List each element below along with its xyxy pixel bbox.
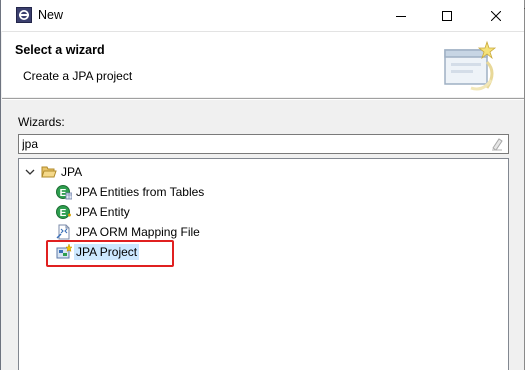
svg-text:E: E: [60, 208, 67, 219]
window-title: New: [38, 8, 64, 22]
title-bar[interactable]: New: [1, 0, 524, 31]
orm-file-icon: [56, 224, 70, 240]
chevron-down-icon[interactable]: [25, 167, 35, 177]
close-button[interactable]: [473, 0, 519, 31]
close-icon: [491, 10, 501, 21]
new-wizard-dialog: New Select a wizard Create a JPA project…: [0, 0, 525, 370]
wizards-label: Wizards:: [18, 115, 65, 129]
page-description: Create a JPA project: [23, 69, 133, 83]
tree-item-jpa-orm-mapping-file[interactable]: JPA ORM Mapping File: [56, 222, 200, 242]
clear-filter-icon[interactable]: [490, 137, 504, 151]
jpa-entity-icon: E: [56, 205, 71, 219]
tree-category-label: JPA: [61, 165, 83, 179]
jpa-entity-gen-icon: E: [56, 185, 72, 200]
wizard-filter-input[interactable]: [22, 136, 482, 152]
page-title: Select a wizard: [15, 43, 105, 57]
tree-item-label: JPA ORM Mapping File: [76, 225, 200, 239]
minimize-icon: [396, 15, 406, 17]
wizard-header: Select a wizard Create a JPA project: [2, 31, 524, 97]
new-wizard-banner-icon: [444, 40, 497, 91]
tree-item-label: JPA Entity: [76, 205, 130, 219]
minimize-button[interactable]: [378, 0, 424, 31]
maximize-button[interactable]: [424, 0, 470, 31]
maximize-icon: [442, 10, 452, 21]
eclipse-app-icon: [16, 7, 32, 23]
tree-category-jpa[interactable]: JPA: [25, 162, 82, 182]
tree-item-label: JPA Entities from Tables: [76, 185, 205, 199]
annotation-highlight-box: [46, 240, 174, 267]
tree-item-jpa-entities-from-tables[interactable]: E JPA Entities from Tables: [56, 182, 204, 202]
tree-item-jpa-entity[interactable]: E JPA Entity: [56, 202, 130, 222]
header-separator-highlight: [2, 99, 524, 100]
wizard-filter-field[interactable]: [18, 134, 509, 154]
folder-open-icon: [41, 166, 57, 178]
